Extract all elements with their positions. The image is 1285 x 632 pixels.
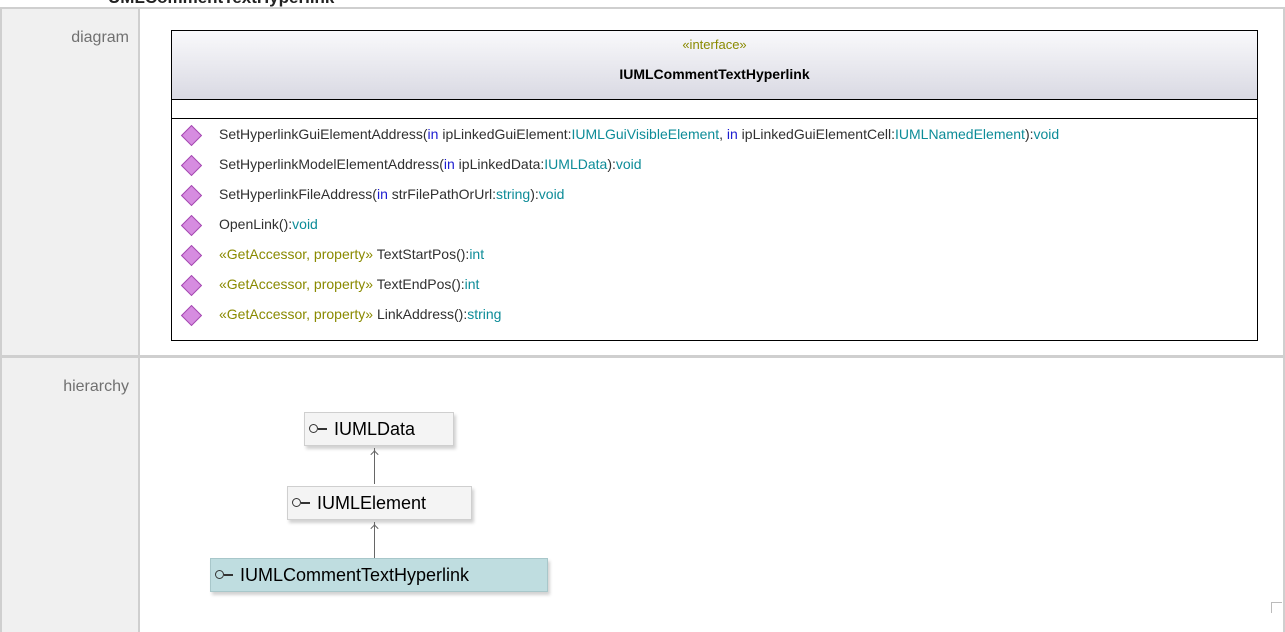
operation-signature: SetHyperlinkFileAddress(in strFilePathOr…: [219, 186, 564, 202]
interface-lollipop-icon: [215, 569, 235, 581]
signature-part: string: [495, 186, 531, 202]
signature-part: int: [469, 246, 485, 262]
hierarchy-row-label: hierarchy: [2, 358, 138, 632]
signature-part: IUMLData: [544, 156, 608, 172]
operation-diamond-icon: [180, 124, 203, 147]
uml-interface-box[interactable]: «interface» IUMLCommentTextHyperlink Set…: [171, 30, 1258, 341]
signature-part: int: [464, 276, 480, 292]
operation-signature: «GetAccessor, property» TextStartPos():i…: [219, 246, 484, 262]
signature-part: SetHyperlinkModelElementAddress(: [219, 156, 444, 172]
signature-part: ipLinkedGuiElementCell:: [737, 126, 895, 142]
operation-row[interactable]: SetHyperlinkModelElementAddress(in ipLin…: [172, 154, 1257, 187]
signature-part: string: [467, 306, 502, 322]
operation-diamond-icon: [180, 274, 203, 297]
interface-name: IUMLCommentTextHyperlink: [619, 66, 810, 82]
uml-class-header: «interface» IUMLCommentTextHyperlink: [172, 31, 1257, 100]
hierarchy-node-label: IUMLData: [334, 418, 416, 439]
signature-part: ):: [607, 156, 616, 172]
attributes-compartment: [172, 99, 1257, 119]
signature-part: «GetAccessor, property»: [219, 276, 377, 292]
signature-part: in: [443, 156, 455, 172]
operation-diamond-icon: [180, 154, 203, 177]
operation-row[interactable]: OpenLink():void: [172, 214, 1257, 247]
operation-diamond-icon: [180, 244, 203, 267]
hierarchy-row-content: IUMLData IUMLElement IUMLCommentTextHype…: [140, 358, 1283, 632]
signature-part: in: [726, 126, 738, 142]
signature-part: «GetAccessor, property»: [219, 246, 377, 262]
diagram-row-content: «interface» IUMLCommentTextHyperlink Set…: [140, 9, 1283, 355]
signature-part: ipLinkedData:: [454, 156, 545, 172]
signature-part: ipLinkedGuiElement:: [438, 126, 572, 142]
signature-part: in: [427, 126, 439, 142]
signature-part: OpenLink():: [219, 216, 293, 232]
signature-part: SetHyperlinkFileAddress(: [219, 186, 377, 202]
operation-signature: SetHyperlinkModelElementAddress(in ipLin…: [219, 156, 642, 172]
generalization-arrow: [370, 448, 379, 484]
generalization-arrow: [370, 522, 379, 558]
interface-lollipop-icon: [292, 497, 312, 509]
hierarchy-node-iumldata[interactable]: IUMLData: [304, 412, 454, 446]
signature-part: IUMLGuiVisibleElement: [571, 126, 720, 142]
diagram-row-label: diagram: [2, 9, 138, 355]
operation-row[interactable]: SetHyperlinkFileAddress(in strFilePathOr…: [172, 184, 1257, 217]
signature-part: TextStartPos():: [376, 246, 470, 262]
operation-signature: OpenLink():void: [219, 216, 318, 232]
operation-row[interactable]: «GetAccessor, property» TextEndPos():int: [172, 274, 1257, 307]
resize-corner-icon: [1271, 602, 1282, 613]
signature-part: TextEndPos():: [376, 276, 465, 292]
signature-part: ):: [1024, 126, 1034, 142]
signature-part: SetHyperlinkGuiElementAddress(: [219, 126, 428, 142]
hierarchy-node-label: IUMLCommentTextHyperlink: [240, 564, 470, 585]
signature-part: «GetAccessor, property»: [219, 306, 377, 322]
hierarchy-node-label: IUMLElement: [317, 492, 427, 513]
operation-diamond-icon: [180, 214, 203, 237]
operation-signature: SetHyperlinkGuiElementAddress(in ipLinke…: [219, 126, 1059, 142]
operation-row[interactable]: SetHyperlinkGuiElementAddress(in ipLinke…: [172, 124, 1257, 157]
operation-signature: «GetAccessor, property» TextEndPos():int: [219, 276, 479, 292]
signature-part: IUMLNamedElement: [895, 126, 1025, 142]
hierarchy-node-iumlcommenttexthyperlink[interactable]: IUMLCommentTextHyperlink: [210, 558, 548, 592]
signature-part: void: [1033, 126, 1060, 142]
signature-part: in: [376, 186, 388, 202]
operation-row[interactable]: «GetAccessor, property» TextStartPos():i…: [172, 244, 1257, 277]
signature-part: ,: [719, 126, 727, 142]
hierarchy-node-iumlelement[interactable]: IUMLElement: [287, 486, 472, 520]
operation-diamond-icon: [180, 304, 203, 327]
signature-part: strFilePathOrUrl:: [387, 186, 496, 202]
signature-part: void: [615, 156, 642, 172]
operation-row[interactable]: «GetAccessor, property» LinkAddress():st…: [172, 304, 1257, 337]
signature-part: void: [538, 186, 565, 202]
signature-part: void: [292, 216, 318, 232]
interface-lollipop-icon: [309, 423, 329, 435]
signature-part: LinkAddress():: [376, 306, 468, 322]
interface-stereotype: «interface»: [682, 37, 747, 52]
operations-compartment: SetHyperlinkGuiElementAddress(in ipLinke…: [172, 124, 1257, 337]
operation-signature: «GetAccessor, property» LinkAddress():st…: [219, 306, 501, 322]
operation-diamond-icon: [180, 184, 203, 207]
documentation-table: diagram «interface» IUMLCommentTextHyper…: [0, 7, 1285, 632]
signature-part: ):: [530, 186, 539, 202]
